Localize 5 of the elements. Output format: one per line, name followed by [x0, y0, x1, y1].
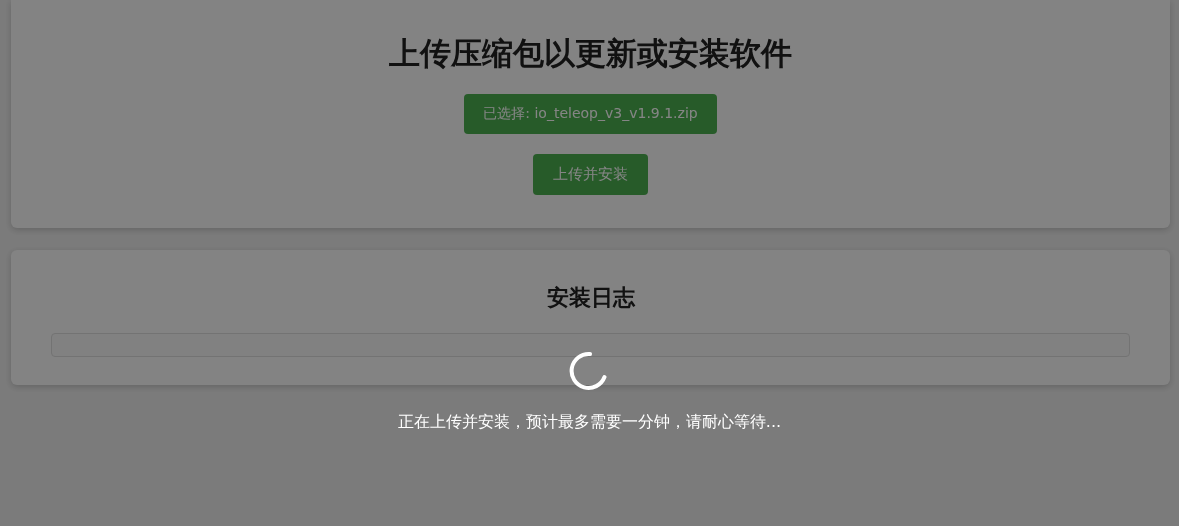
file-select-button[interactable]: 已选择: io_teleop_v3_v1.9.1.zip	[464, 94, 717, 134]
upload-install-button[interactable]: 上传并安装	[533, 154, 648, 195]
loading-message: 正在上传并安装，预计最多需要一分钟，请耐心等待...	[397, 412, 782, 433]
page-title: 上传压缩包以更新或安装软件	[389, 34, 792, 73]
log-title: 安装日志	[545, 284, 636, 312]
